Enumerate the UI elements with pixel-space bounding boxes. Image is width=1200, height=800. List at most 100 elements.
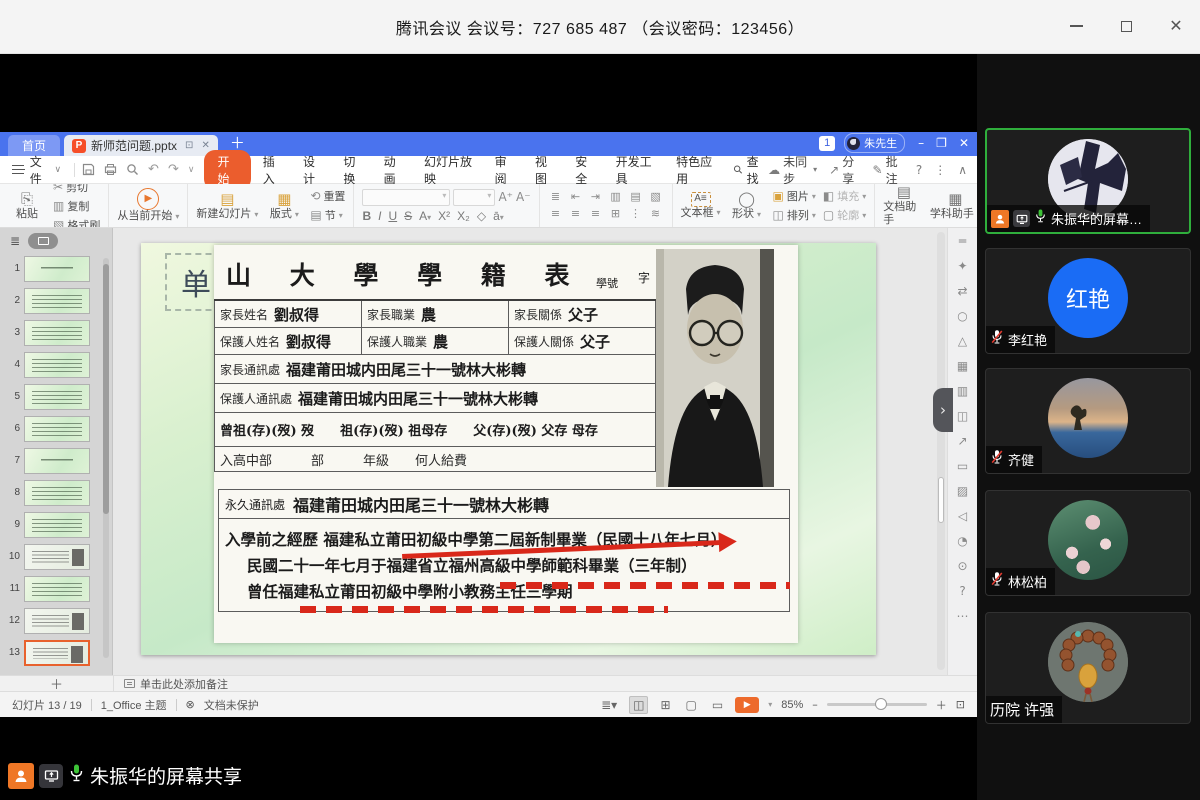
subject-assistant-button[interactable]: ▦学科助手▾: [931, 191, 977, 221]
frame-icon[interactable]: ▭: [957, 459, 968, 473]
slideshow-play-button[interactable]: ▶: [735, 697, 759, 713]
undo-icon[interactable]: ↶: [148, 162, 159, 177]
minimize-button[interactable]: [1062, 12, 1090, 40]
font-color-button[interactable]: A▾: [419, 209, 431, 223]
line-spacing-icon[interactable]: ⋮: [628, 207, 644, 222]
outline-button[interactable]: ▢轮廓▾: [823, 207, 866, 223]
collapse-ribbon-icon[interactable]: ∧: [958, 163, 967, 177]
print-icon[interactable]: [104, 163, 117, 176]
image-tool-icon[interactable]: ▨: [957, 484, 968, 498]
superscript-button[interactable]: X²: [438, 209, 450, 223]
participant-tile-qijian[interactable]: 齐健: [985, 368, 1191, 474]
export-icon[interactable]: ↗: [957, 434, 967, 448]
reading-view-icon[interactable]: ▢: [683, 697, 700, 713]
italic-button[interactable]: I: [378, 209, 381, 223]
textbox-button[interactable]: A≡文本框▾: [681, 192, 721, 220]
underline-button[interactable]: U: [388, 209, 397, 223]
new-slide-button[interactable]: ▤新建幻灯片▾: [196, 191, 258, 221]
columns-icon[interactable]: ▤: [628, 190, 644, 205]
chart-tool-icon[interactable]: ▥: [957, 384, 968, 398]
theme-name[interactable]: 1_Office 主题: [101, 697, 167, 713]
audio-icon[interactable]: ◁: [958, 509, 967, 523]
font-family-select[interactable]: [362, 189, 450, 206]
align-right-icon[interactable]: ≡: [588, 207, 604, 222]
thumbnail-scrollbar[interactable]: [103, 258, 109, 658]
thumbnail-2[interactable]: 2: [0, 288, 100, 314]
arrange-button[interactable]: ◫排列▾: [773, 207, 816, 223]
protection-status[interactable]: 文档未保护: [204, 697, 259, 713]
align-center-icon[interactable]: ≡: [568, 207, 584, 222]
thumbnail-view-toggle[interactable]: [28, 233, 58, 249]
text-direction-icon[interactable]: ▥: [608, 190, 624, 205]
shape-tool-icon[interactable]: ○: [957, 309, 967, 323]
cut-button[interactable]: ✂剪切: [53, 184, 100, 195]
decrease-font-icon[interactable]: A⁻: [516, 190, 531, 204]
participant-tile-linsongbai[interactable]: 林松柏: [985, 490, 1191, 596]
thumbnail-7[interactable]: 7: [0, 448, 100, 474]
share-button[interactable]: ↗分享: [829, 153, 860, 187]
section-button[interactable]: ▤节▾: [310, 207, 345, 223]
effects-icon[interactable]: ✦: [957, 259, 967, 273]
zoom-slider[interactable]: [827, 703, 927, 706]
wps-restore-icon[interactable]: ❐: [936, 136, 947, 150]
pyramid-icon[interactable]: △: [958, 334, 967, 348]
numbering-icon[interactable]: ⇤: [568, 190, 584, 205]
redo-icon[interactable]: ↷: [168, 162, 179, 177]
clear-format-button[interactable]: ◇: [477, 209, 486, 223]
bold-button[interactable]: B: [362, 209, 371, 223]
clock-icon[interactable]: ⊙: [957, 559, 967, 573]
bullets-icon[interactable]: ≣: [548, 190, 564, 205]
increase-font-icon[interactable]: A⁺: [498, 190, 513, 204]
comment-button[interactable]: ✎批注: [873, 153, 904, 187]
browse-view-icon[interactable]: ▭: [709, 697, 726, 713]
thumbnail-1[interactable]: 1: [0, 256, 100, 282]
switch-icon[interactable]: ⇄: [957, 284, 967, 298]
slide-sorter-icon[interactable]: ⊞: [657, 697, 673, 713]
fill-button[interactable]: ◧填充▾: [823, 188, 866, 204]
zoom-level[interactable]: 85%: [781, 699, 803, 711]
thumbnail-6[interactable]: 6: [0, 416, 100, 442]
participant-tile-lihongyan[interactable]: 红艳 李红艳: [985, 248, 1191, 354]
panel-expand-arrow[interactable]: ›: [933, 388, 953, 432]
thumbnail-8[interactable]: 8: [0, 480, 100, 506]
more-rail-icon[interactable]: ⋯: [957, 609, 969, 623]
thumbnail-4[interactable]: 4: [0, 352, 100, 378]
thumbnail-12[interactable]: 12: [0, 608, 100, 634]
paragraph-more-icon[interactable]: ≋: [648, 207, 664, 222]
pin-tab-icon[interactable]: ⊡: [185, 140, 193, 151]
picture-button[interactable]: ▣图片▾: [773, 188, 816, 204]
close-button[interactable]: ✕: [1162, 12, 1190, 40]
rail-handle-icon[interactable]: ═: [959, 234, 966, 248]
fit-slide-icon[interactable]: ⊡: [956, 698, 965, 711]
reset-button[interactable]: ⟲重置: [310, 188, 345, 204]
paste-button[interactable]: ⎘粘贴: [8, 191, 46, 221]
more-caret-icon[interactable]: ∨: [188, 165, 195, 175]
strikethrough-button[interactable]: S: [404, 209, 412, 223]
smartart-icon[interactable]: ▧: [648, 190, 664, 205]
settings-sliders-icon[interactable]: ◫: [957, 409, 968, 423]
thumbnail-11[interactable]: 11: [0, 576, 100, 602]
zoom-knob[interactable]: [875, 698, 887, 710]
current-slide[interactable]: 单击 山 大 學 學 籍 表 學號 字 家長姓名劉叔得 家長職業農: [141, 243, 876, 655]
shapes-button[interactable]: ◯形状▾: [728, 191, 766, 221]
outline-view-icon[interactable]: ≣: [10, 234, 20, 248]
wps-close-icon[interactable]: ✕: [959, 136, 969, 150]
indent-icon[interactable]: ⇥: [588, 190, 604, 205]
wps-minimize-icon[interactable]: –: [918, 136, 924, 150]
thumbnail-9[interactable]: 9: [0, 512, 100, 538]
play-from-current-button[interactable]: ▶ 从当前开始▾: [117, 188, 179, 223]
help-rail-icon[interactable]: ?: [959, 584, 965, 598]
record-icon[interactable]: ◔: [957, 534, 967, 548]
format-painter-button[interactable]: ▧格式刷: [53, 217, 100, 229]
copy-button[interactable]: ▥复制: [53, 198, 100, 214]
normal-view-icon[interactable]: ◫: [629, 696, 648, 714]
font-size-select[interactable]: [453, 189, 495, 206]
zoom-out-icon[interactable]: –: [812, 698, 818, 711]
thumbnail-13-selected[interactable]: 13: [0, 640, 100, 666]
zoom-in-icon[interactable]: ＋: [936, 697, 947, 713]
help-button[interactable]: ?: [916, 163, 922, 177]
menu-search[interactable]: 查找: [733, 153, 768, 187]
notification-badge[interactable]: 1: [819, 136, 835, 151]
menu-file[interactable]: 文件: [30, 153, 52, 187]
sync-status-button[interactable]: ☁未同步▾: [768, 153, 817, 187]
